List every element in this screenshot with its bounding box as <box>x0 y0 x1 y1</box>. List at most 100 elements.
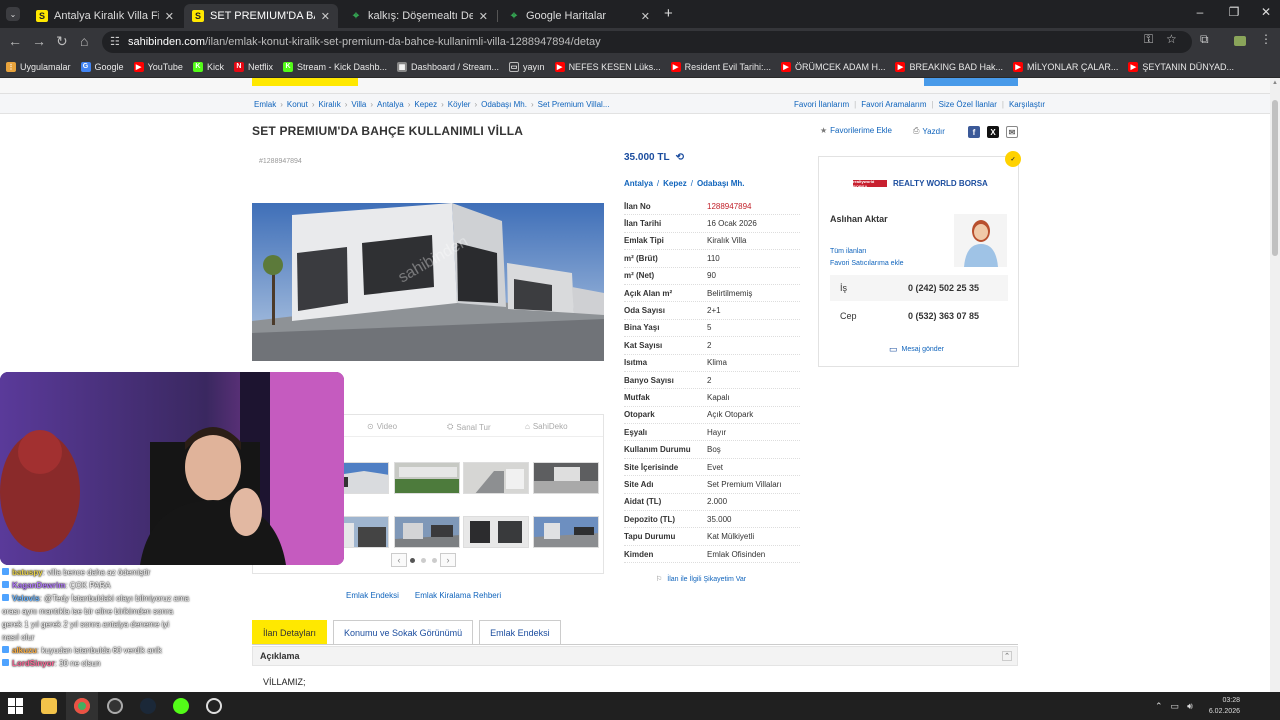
page-dot[interactable] <box>421 557 426 563</box>
bookmark-star-icon[interactable]: ☆ <box>1166 32 1177 46</box>
bookmark-item[interactable]: ▶ ÖRÜMCEK ADAM H... <box>780 61 885 72</box>
close-window-icon[interactable]: ✕ <box>1256 5 1276 19</box>
scrollbar-thumb[interactable] <box>1272 100 1278 256</box>
browser-tab[interactable]: S SET PREMIUM'DA BAHÇE KULLANIMLI ✕ <box>184 4 338 28</box>
menu-kebab-icon[interactable]: ⋮ <box>1260 32 1272 46</box>
browser-tab[interactable]: ⌖ kalkış: Döşemealtı Devlet Hastanesi ✕ <box>342 4 496 28</box>
breadcrumb-item[interactable]: Kepez <box>414 100 437 109</box>
photo-thumbnail[interactable] <box>533 462 599 494</box>
print-button[interactable]: ⎙ Yazdır <box>913 126 945 136</box>
new-tab-button[interactable]: + <box>664 5 673 22</box>
photo-thumbnail[interactable] <box>533 516 599 548</box>
bookmark-item[interactable]: ▶ YouTube <box>133 61 183 72</box>
tab-close-icon[interactable]: ✕ <box>479 10 488 23</box>
tab-virtual-tour[interactable]: ⛭ Sanal Tur <box>447 422 491 432</box>
add-favorite-seller-link[interactable]: Favori Satıcılarıma ekle <box>830 260 904 267</box>
photo-thumbnail[interactable] <box>394 462 460 494</box>
breadcrumb-item[interactable]: Set Premium Villal... <box>538 100 610 109</box>
taskbar-clock[interactable]: 03:28 6.02.2026 <box>1202 695 1240 717</box>
extension-icon[interactable] <box>1234 36 1246 46</box>
tab-emlak-endeksi[interactable]: Emlak Endeksi <box>479 620 561 644</box>
file-explorer-icon[interactable] <box>41 698 57 714</box>
complaint-link[interactable]: ⚐ İlan ile İlgili Şikayetim Var <box>656 575 746 584</box>
main-listing-photo[interactable]: sahibinden <box>252 203 604 361</box>
url-input[interactable]: ☷ sahibinden.com/ilan/emlak-konut-kirali… <box>102 31 1192 53</box>
user-link[interactable]: Karşılaştır <box>1009 100 1045 109</box>
user-link[interactable]: Size Özel İlanlar <box>939 100 997 109</box>
prev-page-button[interactable]: ‹ <box>391 553 407 567</box>
email-share-icon[interactable]: ✉ <box>1006 126 1018 138</box>
next-page-button[interactable]: › <box>440 553 456 567</box>
breadcrumb-item[interactable]: Emlak <box>254 100 276 109</box>
breadcrumb-item[interactable]: Villa <box>351 100 366 109</box>
breadcrumb-item[interactable]: Antalya <box>377 100 404 109</box>
site-info-icon[interactable]: ☷ <box>110 35 120 48</box>
bookmark-item[interactable]: ▶ BREAKING BAD Hak... <box>895 61 1003 72</box>
bookmark-item[interactable]: ⋮ Uygulamalar <box>6 61 71 72</box>
bookmark-item[interactable]: ▶ Resident Evil Tarihi:... <box>670 61 771 72</box>
page-dot[interactable] <box>410 557 415 563</box>
breadcrumb-item[interactable]: Odabaşı Mh. <box>481 100 527 109</box>
restore-icon[interactable]: ❐ <box>1224 5 1244 19</box>
tray-chevron-icon[interactable]: ⌃ <box>1155 701 1163 712</box>
minimize-icon[interactable]: – <box>1190 5 1210 19</box>
bookmark-item[interactable]: ▶ ŞEYTANIN DÜNYAD... <box>1128 61 1234 72</box>
location-neighborhood[interactable]: Odabaşı Mh. <box>697 179 745 188</box>
breadcrumb-item[interactable]: Konut <box>287 100 308 109</box>
send-message-link[interactable]: ▭ Mesaj gönder <box>889 344 944 355</box>
favorite-button[interactable]: ★ Favorilerime Ekle <box>820 126 892 135</box>
bookmark-item[interactable]: ▭ yayın <box>509 61 545 72</box>
password-key-icon[interactable]: ⚿ <box>1144 32 1153 47</box>
steam-icon[interactable] <box>140 698 156 714</box>
browser-tab[interactable]: S Antalya Kiralık Villa Fiyatları sahibin… <box>28 4 182 28</box>
windows-start-icon[interactable] <box>8 698 24 714</box>
bookmark-item[interactable]: ▶ NEFES KESEN Lüks... <box>554 61 661 72</box>
phone-work[interactable]: İş 0 (242) 502 25 35 <box>830 275 1008 301</box>
page-scrollbar[interactable]: ▲ <box>1270 78 1280 692</box>
bookmark-item[interactable]: ▶ MİLYONLAR ÇALAR... <box>1013 61 1118 72</box>
bookmark-item[interactable]: ▦ Dashboard / Stream... <box>397 61 499 72</box>
location-district[interactable]: Kepez <box>663 179 687 188</box>
seller-brand[interactable]: realtyworld BORSA REALTY WORLD BORSA <box>853 179 988 189</box>
scroll-up-icon[interactable]: ▲ <box>1272 80 1278 86</box>
page-dot[interactable] <box>432 557 437 563</box>
photo-thumbnail[interactable] <box>394 516 460 548</box>
user-link[interactable]: Favori İlanlarım <box>794 100 849 109</box>
tab-close-icon[interactable]: ✕ <box>321 10 330 23</box>
seller-all-ads-link[interactable]: Tüm ilanları <box>830 248 867 255</box>
user-link[interactable]: Favori Aramalarım <box>861 100 926 109</box>
breadcrumb-item[interactable]: Kiralık <box>318 100 340 109</box>
obs-icon[interactable] <box>107 698 123 714</box>
volume-icon[interactable]: 🔊︎ <box>1187 701 1193 712</box>
link-kiralama-rehberi[interactable]: Emlak Kiralama Rehberi <box>415 591 501 600</box>
bookmark-item[interactable]: K Stream - Kick Dashb... <box>282 61 387 72</box>
header-blue-button[interactable] <box>924 78 1018 86</box>
photo-thumbnail[interactable] <box>463 462 529 494</box>
phone-mobile[interactable]: Cep 0 (532) 363 07 85 <box>830 303 1008 329</box>
breadcrumb-item[interactable]: Köyler <box>448 100 471 109</box>
tab-konumu[interactable]: Konumu ve Sokak Görünümü <box>333 620 474 644</box>
bookmark-item[interactable]: N Netflix <box>233 61 273 72</box>
home-icon[interactable]: ⌂ <box>80 33 88 49</box>
back-icon[interactable]: ← <box>8 33 22 49</box>
x-share-icon[interactable]: X <box>987 126 999 138</box>
tab-sahideko[interactable]: ⌂ SahiDeko <box>525 422 568 431</box>
bookmark-item[interactable]: K Kick <box>192 61 224 72</box>
location-city[interactable]: Antalya <box>624 179 653 188</box>
tab-ilan-detaylari[interactable]: İlan Detayları <box>252 620 328 644</box>
tab-close-icon[interactable]: ✕ <box>165 10 174 23</box>
price-history-icon[interactable]: ⟲ <box>676 152 684 163</box>
reload-icon[interactable]: ↻ <box>56 33 68 50</box>
tab-search-button[interactable]: ⌄ <box>6 7 20 21</box>
tab-video[interactable]: ⊙ Video <box>367 422 397 431</box>
photo-thumbnail[interactable] <box>463 516 529 548</box>
link-emlak-endeksi[interactable]: Emlak Endeksi <box>346 591 399 600</box>
bookmark-item[interactable]: G Google <box>80 61 124 72</box>
forward-icon[interactable]: → <box>32 33 46 49</box>
facebook-share-icon[interactable]: f <box>968 126 980 138</box>
network-icon[interactable]: ▭ <box>1171 701 1180 712</box>
extensions-icon[interactable]: ⧉ <box>1200 32 1209 47</box>
app-icon[interactable] <box>206 698 222 714</box>
kick-app-icon[interactable] <box>173 698 189 714</box>
browser-tab[interactable]: ⌖ Google Haritalar ✕ <box>500 4 658 28</box>
